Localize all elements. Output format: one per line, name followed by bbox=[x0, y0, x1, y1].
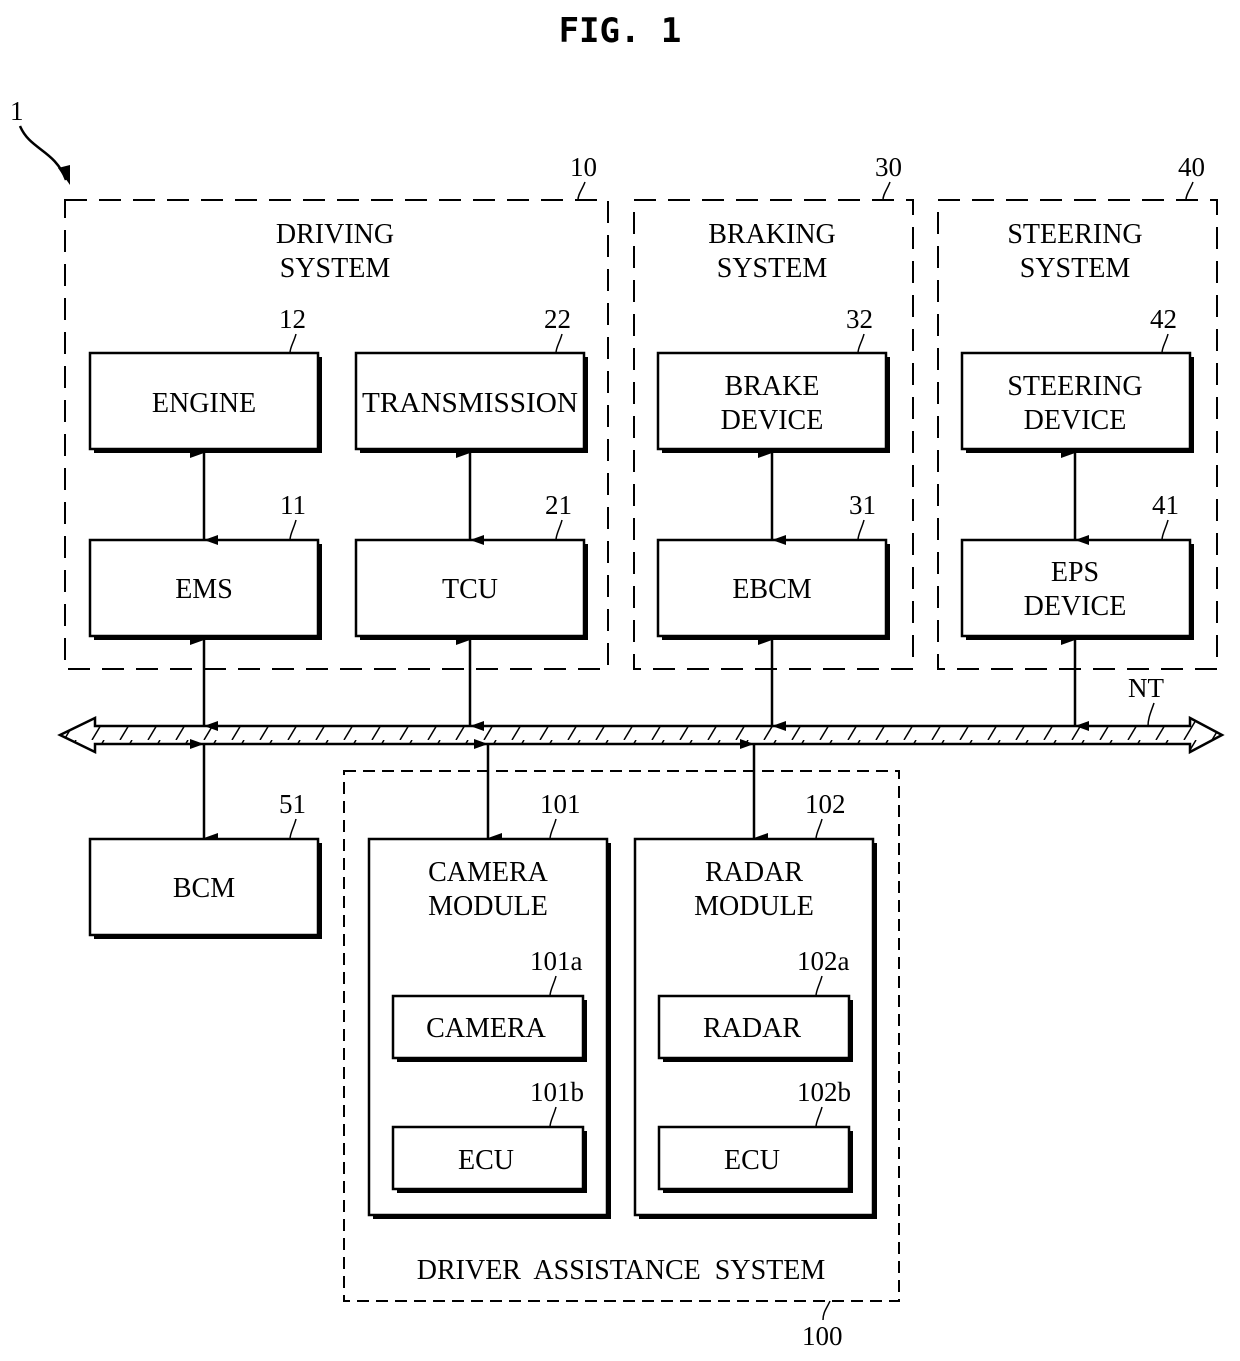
driver-assistance-title: DRIVER ASSISTANCE SYSTEM bbox=[417, 1255, 826, 1286]
ref-leader bbox=[289, 818, 297, 840]
network-bus: NT bbox=[57, 673, 1225, 755]
transmission-block: TRANSMISSION 22 bbox=[354, 304, 588, 453]
steering-device-block: STEERING DEVICE 42 bbox=[960, 304, 1194, 453]
ref-leader bbox=[1161, 519, 1169, 541]
system-ref-label: 1 bbox=[10, 96, 24, 126]
camera-ecu-label: ECU bbox=[458, 1145, 514, 1176]
radar-ecu-ref: 102b bbox=[797, 1077, 851, 1107]
brake-device-label-line1: BRAKE bbox=[725, 371, 820, 402]
ems-block: EMS 11 bbox=[88, 490, 322, 640]
system-ref-arrowhead bbox=[58, 165, 70, 185]
steering-device-ref: 42 bbox=[1150, 304, 1177, 334]
braking-system-title-line1: BRAKING bbox=[708, 219, 836, 250]
radar-ecu-label: ECU bbox=[724, 1145, 780, 1176]
network-bus-arrow bbox=[57, 715, 1225, 755]
camera-ref: 101a bbox=[530, 946, 583, 976]
ref-leader bbox=[1185, 181, 1194, 201]
ref-leader bbox=[289, 333, 297, 354]
ref-leader bbox=[289, 519, 297, 541]
figure-title: FIG. 1 bbox=[559, 11, 682, 51]
driving-system-ref: 10 bbox=[570, 152, 597, 182]
transmission-label: TRANSMISSION bbox=[362, 388, 578, 419]
ebcm-ref: 31 bbox=[849, 490, 876, 520]
ems-ref: 11 bbox=[280, 490, 306, 520]
engine-label: ENGINE bbox=[152, 388, 256, 419]
ref-leader bbox=[882, 181, 891, 201]
network-ref: NT bbox=[1128, 673, 1164, 703]
steering-device-label-line2: DEVICE bbox=[1024, 405, 1127, 436]
radar-module-label-line1: RADAR bbox=[705, 857, 803, 888]
ref-leader bbox=[857, 333, 865, 354]
camera-module-label-line1: CAMERA bbox=[428, 857, 549, 888]
ref-leader bbox=[577, 181, 586, 201]
braking-system-title-line2: SYSTEM bbox=[717, 253, 828, 284]
ref-leader bbox=[1161, 333, 1169, 354]
eps-device-label-line2: DEVICE bbox=[1024, 591, 1127, 622]
brake-device-ref: 32 bbox=[846, 304, 873, 334]
eps-device-label-line1: EPS bbox=[1051, 557, 1099, 588]
driving-system-title-line1: DRIVING bbox=[276, 219, 394, 250]
system-diagram: FIG. 1 1 DRIVING SYSTEM 10 BRAKING SYSTE… bbox=[10, 11, 1225, 1351]
steering-device-label-line1: STEERING bbox=[1007, 371, 1142, 402]
camera-module-ref: 101 bbox=[540, 789, 581, 819]
ref-leader bbox=[815, 818, 823, 840]
radar-label: RADAR bbox=[703, 1013, 801, 1044]
eps-device-ref: 41 bbox=[1152, 490, 1179, 520]
tcu-block: TCU 21 bbox=[354, 490, 588, 640]
radar-module-ref: 102 bbox=[805, 789, 846, 819]
ref-leader bbox=[1147, 702, 1155, 727]
brake-device-block: BRAKE DEVICE 32 bbox=[656, 304, 890, 453]
ems-label: EMS bbox=[175, 574, 233, 605]
ref-leader bbox=[822, 1300, 831, 1321]
bcm-block: BCM 51 bbox=[88, 789, 322, 939]
transmission-ref: 22 bbox=[544, 304, 571, 334]
brake-device-label-line2: DEVICE bbox=[721, 405, 824, 436]
engine-ref: 12 bbox=[279, 304, 306, 334]
driver-assistance-ref: 100 bbox=[802, 1321, 843, 1351]
ebcm-label: EBCM bbox=[732, 574, 811, 605]
ref-leader bbox=[549, 818, 557, 840]
ref-leader bbox=[555, 333, 563, 354]
tcu-ref: 21 bbox=[545, 490, 572, 520]
radar-ref: 102a bbox=[797, 946, 850, 976]
steering-system-ref: 40 bbox=[1178, 152, 1205, 182]
engine-block: ENGINE 12 bbox=[88, 304, 322, 453]
eps-device-block: EPS DEVICE 41 bbox=[960, 490, 1194, 640]
braking-system-ref: 30 bbox=[875, 152, 902, 182]
tcu-label: TCU bbox=[442, 574, 498, 605]
ref-leader bbox=[857, 519, 865, 541]
steering-system-title-line2: SYSTEM bbox=[1020, 253, 1131, 284]
camera-ecu-ref: 101b bbox=[530, 1077, 584, 1107]
camera-label: CAMERA bbox=[426, 1013, 547, 1044]
bcm-label: BCM bbox=[173, 873, 235, 904]
system-ref-arrow bbox=[18, 125, 68, 181]
driving-system-title-line2: SYSTEM bbox=[280, 253, 391, 284]
camera-module-label-line2: MODULE bbox=[428, 891, 548, 922]
ebcm-block: EBCM 31 bbox=[656, 490, 890, 640]
ref-leader bbox=[555, 519, 563, 541]
radar-module-label-line2: MODULE bbox=[694, 891, 814, 922]
steering-system-title-line1: STEERING bbox=[1007, 219, 1142, 250]
bcm-ref: 51 bbox=[279, 789, 306, 819]
